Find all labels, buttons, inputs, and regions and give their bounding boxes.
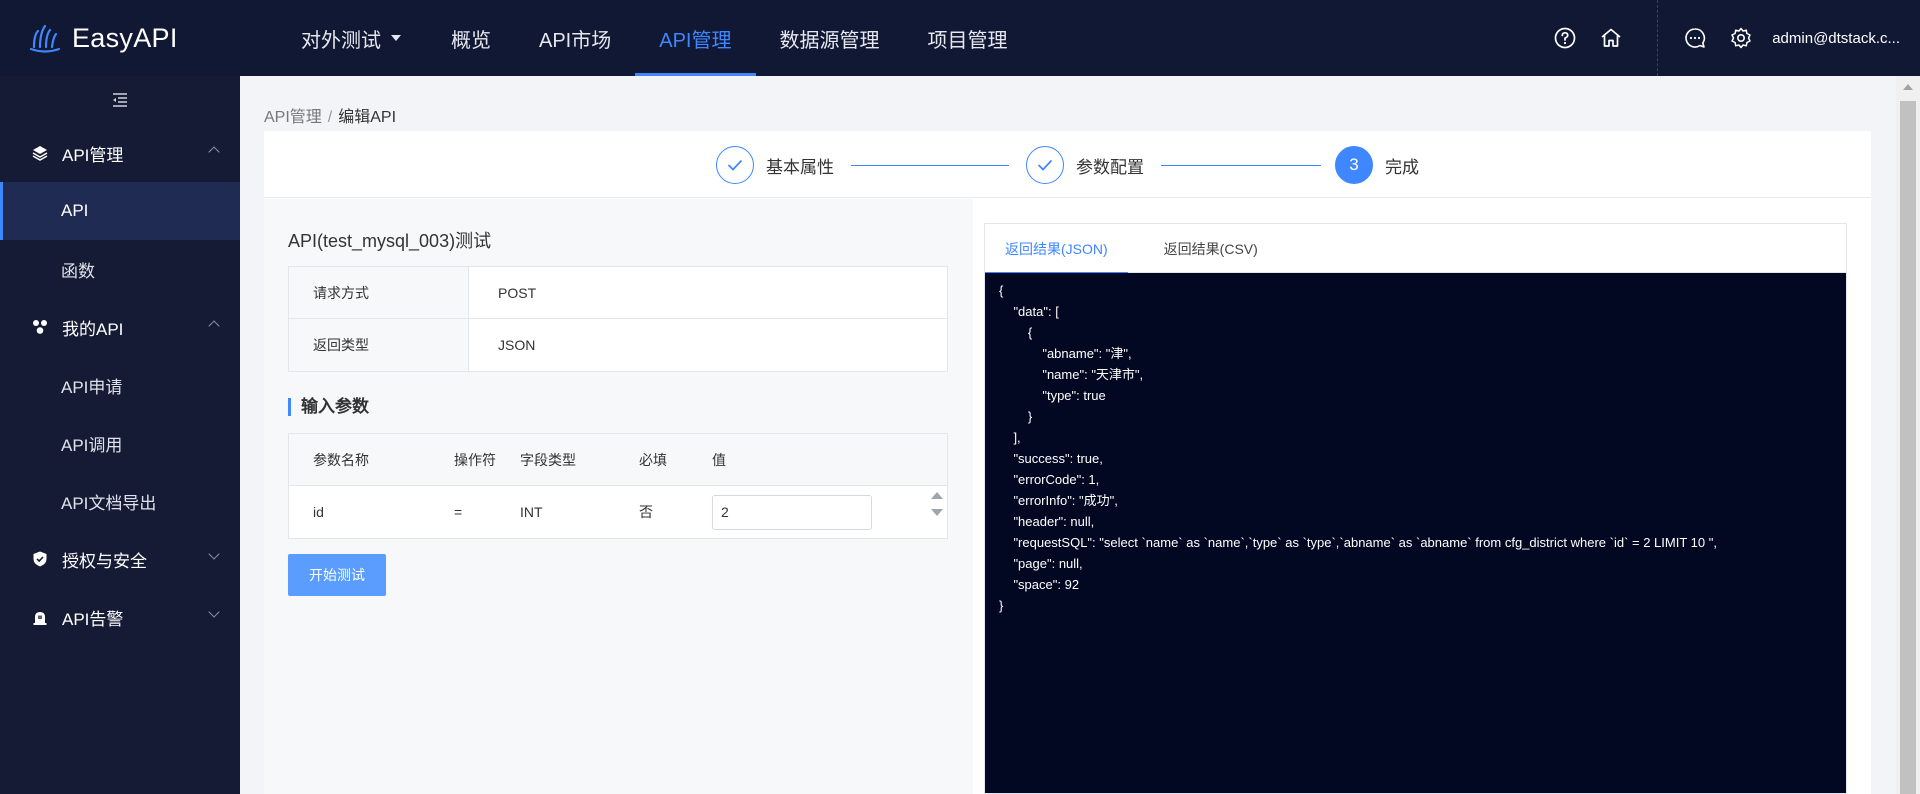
nav-datasource[interactable]: 数据源管理 [756, 0, 904, 76]
user-account[interactable]: admin@dtstack.c... [1772, 30, 1900, 47]
step-label: 基本属性 [766, 157, 834, 177]
step-label: 参数配置 [1076, 157, 1144, 177]
project-name: 对外测试 [301, 29, 381, 52]
sidebar-group-label: 我的API [62, 319, 124, 339]
decrement-icon[interactable] [931, 509, 943, 516]
edit-api-panel: 基本属性 参数配置 3 完成 API(test_mysql_003)测试 请求方… [264, 131, 1871, 794]
step-connector [851, 165, 1009, 166]
param-name: id [313, 504, 324, 520]
param-value-cell [712, 494, 947, 530]
home-icon[interactable] [1599, 26, 1623, 50]
table-row: 请求方式 POST [289, 267, 947, 319]
section-title: 输入参数 [288, 398, 369, 416]
column-header: 字段类型 [520, 451, 576, 468]
param-required: 否 [639, 504, 653, 520]
step-param-config: 参数配置 [1026, 146, 1144, 184]
chevron-up-icon [208, 320, 220, 332]
gear-icon[interactable] [1729, 26, 1753, 50]
easyapi-logo-icon [29, 24, 61, 53]
sidebar-group-auth-security[interactable]: 授权与安全 [0, 530, 240, 588]
chevron-down-icon [208, 548, 220, 560]
number-stepper[interactable] [931, 492, 943, 516]
column-header: 必填 [639, 451, 667, 468]
table-header: 参数名称 操作符 字段类型 必填 值 [289, 434, 947, 486]
nav-project-management[interactable]: 项目管理 [904, 0, 1032, 76]
top-navbar: EasyAPI 对外测试 概览 API市场 API管理 数据源管理 项目管理 a… [0, 0, 1920, 76]
top-right-tools: admin@dtstack.c... [1542, 0, 1920, 76]
page-scrollbar[interactable] [1896, 76, 1920, 794]
sidebar-item-functions[interactable]: 函数 [0, 240, 240, 298]
nav-overview[interactable]: 概览 [427, 0, 515, 76]
table-row: id = INT 否 [289, 486, 947, 538]
chevron-up-icon [208, 146, 220, 158]
check-icon [1026, 146, 1064, 184]
step-label: 完成 [1385, 157, 1419, 177]
scroll-up-icon[interactable] [1903, 84, 1913, 90]
steps-bar: 基本属性 参数配置 3 完成 [264, 131, 1871, 198]
column-header: 值 [712, 451, 726, 468]
param-value-input[interactable] [712, 494, 872, 530]
menu-fold-icon [113, 93, 127, 107]
project-selector[interactable]: 对外测试 [277, 0, 427, 76]
app-name: EasyAPI [72, 22, 178, 53]
test-title: API(test_mysql_003)测试 [288, 231, 492, 251]
app-logo[interactable]: EasyAPI [0, 21, 260, 55]
breadcrumb: API管理 / 编辑API [264, 103, 396, 127]
message-icon[interactable] [1683, 26, 1707, 50]
chevron-down-icon [208, 606, 220, 618]
sidebar-group-label: API管理 [62, 145, 124, 165]
increment-icon[interactable] [931, 492, 943, 499]
sidebar-item-api-apply[interactable]: API申请 [0, 356, 240, 414]
caret-down-icon [391, 35, 401, 41]
start-test-button[interactable]: 开始测试 [288, 554, 386, 596]
step-basic-properties: 基本属性 [716, 146, 834, 184]
step-connector [1161, 165, 1321, 166]
param-operator: = [454, 504, 463, 520]
shield-icon [30, 549, 50, 569]
step-number: 3 [1335, 146, 1373, 184]
sidebar-group-label: 授权与安全 [62, 551, 147, 571]
info-key: 返回类型 [289, 319, 469, 371]
tab-json-result[interactable]: 返回结果(JSON) [985, 224, 1128, 274]
cluster-icon [30, 317, 50, 337]
param-type: INT [520, 504, 543, 520]
nav-api-management[interactable]: API管理 [635, 0, 756, 76]
result-panel: 返回结果(JSON) 返回结果(CSV) { "data": [ { "abna… [984, 223, 1847, 794]
check-icon [716, 146, 754, 184]
info-value: POST [498, 284, 537, 301]
sidebar-group-my-api[interactable]: 我的API [0, 298, 240, 356]
column-header: 参数名称 [313, 451, 369, 468]
info-value: JSON [498, 337, 536, 353]
result-tabs: 返回结果(JSON) 返回结果(CSV) [985, 224, 1846, 274]
request-info-table: 请求方式 POST 返回类型 JSON [288, 266, 948, 372]
collapse-sidebar-button[interactable] [0, 76, 240, 124]
json-output: { "data": [ { "abname": "津", "name": "天津… [985, 273, 1846, 793]
help-icon[interactable] [1553, 26, 1577, 50]
breadcrumb-current: 编辑API [338, 109, 397, 126]
nav-api-market[interactable]: API市场 [515, 0, 635, 76]
alarm-icon [30, 607, 50, 627]
layers-icon [30, 143, 50, 163]
step-finish: 3 完成 [1335, 146, 1419, 184]
main-nav: 对外测试 概览 API市场 API管理 数据源管理 项目管理 [277, 0, 1032, 76]
table-row: 返回类型 JSON [289, 319, 947, 371]
breadcrumb-parent[interactable]: API管理 [264, 109, 322, 126]
sidebar-group-label: API告警 [62, 609, 124, 629]
sidebar: API管理 API 函数 我的API API申请 API调用 API文档导出 授… [0, 76, 240, 794]
tab-csv-result[interactable]: 返回结果(CSV) [1144, 224, 1278, 273]
sidebar-item-api[interactable]: API [0, 182, 240, 240]
scrollbar-thumb[interactable] [1900, 101, 1916, 794]
test-form: API(test_mysql_003)测试 请求方式 POST 返回类型 JSO… [264, 199, 973, 794]
column-header: 操作符 [454, 451, 496, 468]
info-key: 请求方式 [289, 267, 469, 318]
breadcrumb-separator: / [327, 109, 333, 126]
sidebar-group-api-management[interactable]: API管理 [0, 124, 240, 182]
sidebar-item-api-doc-export[interactable]: API文档导出 [0, 472, 240, 530]
sidebar-group-api-alarm[interactable]: API告警 [0, 588, 240, 646]
toolbar-divider [1657, 0, 1659, 76]
sidebar-item-api-call[interactable]: API调用 [0, 414, 240, 472]
input-params-table: 参数名称 操作符 字段类型 必填 值 id = INT 否 [288, 433, 948, 539]
